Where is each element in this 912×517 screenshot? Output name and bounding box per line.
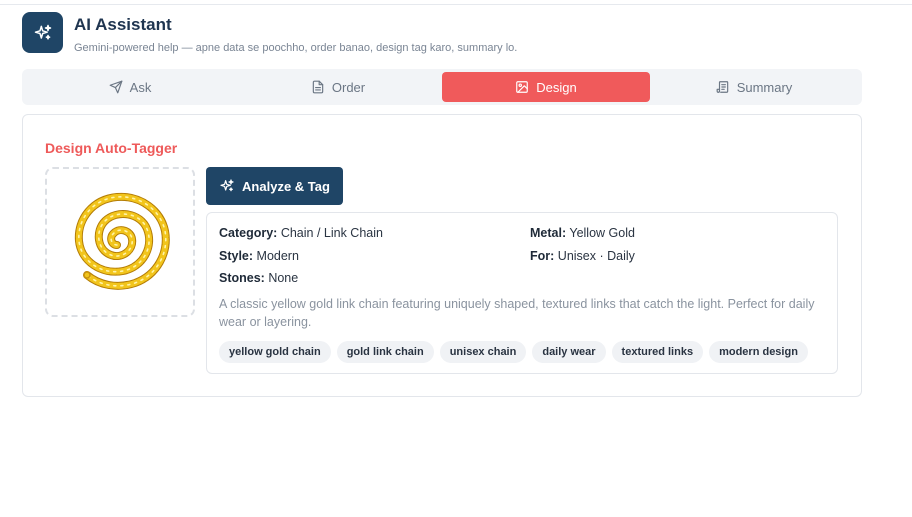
field-stones-value: None [268,271,299,285]
tab-ask[interactable]: Ask [26,72,234,102]
tag-result-panel: Category: Chain / Link Chain Metal: Yell… [206,212,838,374]
field-metal-label: Metal: [530,226,567,240]
uploaded-image[interactable] [45,167,195,317]
image-icon [516,81,529,93]
scroll-icon [716,81,728,93]
tab-summary[interactable]: Summary [650,72,858,102]
send-icon [109,80,123,94]
app-header: AI Assistant Gemini-powered help — apne … [22,12,517,55]
section-title: Design Auto-Tagger [45,140,178,156]
field-category-value: Chain / Link Chain [280,226,383,240]
top-divider [0,4,912,5]
tab-design-label: Design [536,79,577,95]
gold-chain-image [74,192,170,290]
tag-list: yellow gold chain gold link chain unisex… [219,341,814,363]
app-subtitle: Gemini-powered help — apne data se pooch… [74,42,518,54]
field-category: Category: Chain / Link Chain [219,225,383,241]
tab-order-label: Order [331,79,366,95]
field-style-label: Style: [219,249,254,263]
analyze-tag-label: Analyze & Tag [242,178,330,194]
sparkles-icon [22,12,63,53]
tab-ask-label: Ask [129,79,152,95]
tag-chip[interactable]: unisex chain [439,341,527,363]
field-for-label: For: [530,249,555,263]
design-description: A classic yellow gold link chain featuri… [219,297,815,329]
analyze-tag-button[interactable]: Analyze & Tag [206,167,343,205]
tag-chip[interactable]: textured links [611,341,704,363]
field-metal: Metal: Yellow Gold [530,225,635,241]
tab-design[interactable]: Design [442,72,650,102]
tag-chip[interactable]: modern design [709,341,808,363]
field-for: For: Unisex · Daily [530,248,635,264]
field-stones-label: Stones: [219,271,265,285]
field-stones: Stones: None [219,270,298,286]
tab-order[interactable]: Order [234,72,442,102]
sparkles-icon [220,179,234,192]
tab-bar: Ask Order Design Summary [22,69,862,105]
field-style: Style: Modern [219,248,299,264]
tag-chip[interactable]: gold link chain [336,341,434,363]
tab-summary-label: Summary [736,79,793,95]
tag-chip[interactable]: daily wear [532,341,606,363]
app-title: AI Assistant [74,15,172,34]
field-style-value: Modern [256,249,299,263]
field-category-label: Category: [219,226,278,240]
tag-chip[interactable]: yellow gold chain [219,341,331,363]
design-tagger-card: Design Auto-Tagger Analyze & Tag Categor… [22,114,862,397]
field-metal-value: Yellow Gold [569,226,635,240]
document-icon [312,80,324,94]
field-for-value: Unisex · Daily [557,249,635,263]
